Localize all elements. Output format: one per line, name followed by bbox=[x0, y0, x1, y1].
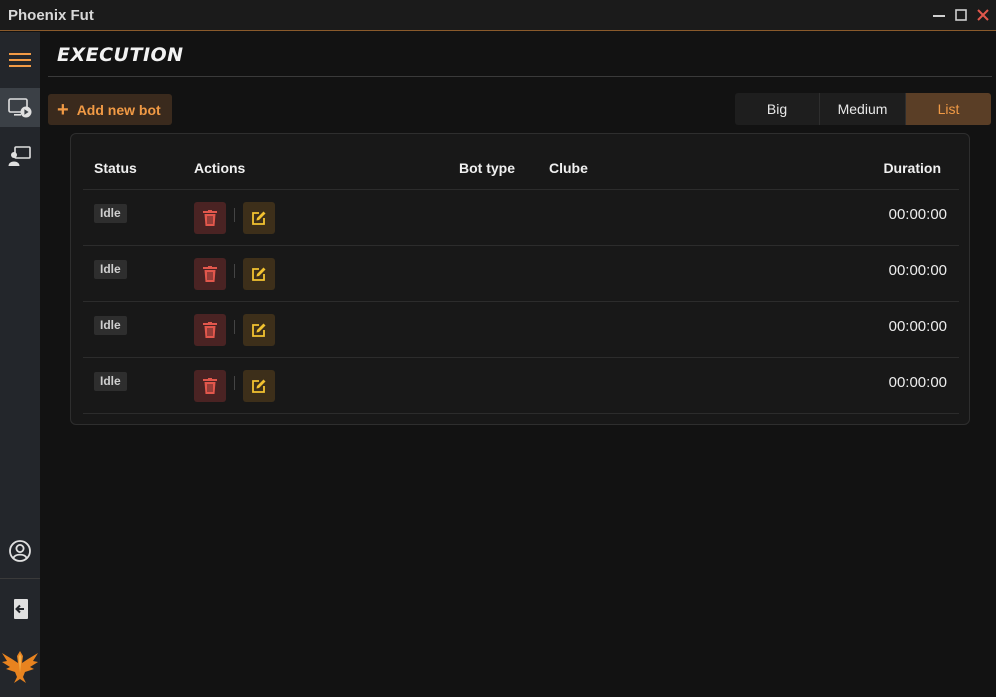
sidebar bbox=[0, 32, 40, 697]
status-badge: Idle bbox=[94, 204, 127, 223]
edit-icon bbox=[252, 211, 266, 225]
bots-table: Status Actions Bot type Clube Duration I… bbox=[70, 133, 970, 425]
app-title: Phoenix Fut bbox=[8, 7, 94, 24]
trash-icon bbox=[203, 378, 217, 394]
column-header-status: Status bbox=[94, 160, 137, 176]
phoenix-logo-icon bbox=[2, 651, 38, 683]
trash-icon bbox=[203, 210, 217, 226]
delete-bot-button[interactable] bbox=[194, 370, 226, 402]
duration-value: 00:00:00 bbox=[888, 262, 947, 279]
page-title: EXECUTION bbox=[57, 44, 184, 66]
delete-bot-button[interactable] bbox=[194, 202, 226, 234]
view-big-button[interactable]: Big bbox=[735, 93, 820, 125]
logout-icon bbox=[14, 599, 28, 619]
minimize-icon bbox=[933, 15, 945, 17]
column-header-actions: Actions bbox=[194, 160, 246, 176]
trash-icon bbox=[203, 266, 217, 282]
action-separator bbox=[234, 208, 235, 222]
table-row: Idle 00:00:00 bbox=[83, 358, 959, 414]
phoenix-logo bbox=[0, 641, 40, 687]
sidebar-item-accounts[interactable] bbox=[0, 140, 40, 172]
status-badge: Idle bbox=[94, 260, 127, 279]
add-new-bot-label: Add new bot bbox=[76, 101, 161, 118]
maximize-icon bbox=[955, 9, 967, 21]
edit-bot-button[interactable] bbox=[243, 370, 275, 402]
edit-icon bbox=[252, 267, 266, 281]
trash-icon bbox=[203, 322, 217, 338]
edit-bot-button[interactable] bbox=[243, 258, 275, 290]
monitor-play-icon bbox=[8, 97, 32, 117]
view-medium-button[interactable]: Medium bbox=[820, 93, 906, 125]
add-new-bot-button[interactable]: + Add new bot bbox=[48, 94, 172, 125]
close-icon bbox=[977, 9, 989, 21]
edit-icon bbox=[252, 323, 266, 337]
table-row: Idle 00:00:00 bbox=[83, 246, 959, 302]
view-mode-toggle: Big Medium List bbox=[735, 93, 991, 125]
edit-icon bbox=[252, 379, 266, 393]
column-header-bot-type: Bot type bbox=[459, 160, 515, 176]
duration-value: 00:00:00 bbox=[888, 374, 947, 391]
sidebar-menu-button[interactable] bbox=[0, 44, 40, 76]
view-list-button[interactable]: List bbox=[906, 93, 991, 125]
column-header-duration: Duration bbox=[883, 160, 941, 176]
action-separator bbox=[234, 264, 235, 278]
maximize-button[interactable] bbox=[952, 6, 970, 24]
delete-bot-button[interactable] bbox=[194, 314, 226, 346]
close-button[interactable] bbox=[974, 6, 992, 24]
sidebar-item-profile[interactable] bbox=[0, 534, 40, 568]
status-badge: Idle bbox=[94, 372, 127, 391]
table-row: Idle 00:00:00 bbox=[83, 190, 959, 246]
title-bar: Phoenix Fut bbox=[0, 0, 996, 31]
duration-value: 00:00:00 bbox=[888, 318, 947, 335]
sidebar-divider bbox=[0, 578, 40, 579]
row-divider bbox=[83, 413, 959, 414]
status-badge: Idle bbox=[94, 316, 127, 335]
edit-bot-button[interactable] bbox=[243, 314, 275, 346]
action-separator bbox=[234, 376, 235, 390]
sidebar-item-logout[interactable] bbox=[0, 592, 40, 626]
column-header-clube: Clube bbox=[549, 160, 588, 176]
minimize-button[interactable] bbox=[930, 6, 948, 24]
edit-bot-button[interactable] bbox=[243, 202, 275, 234]
plus-icon: + bbox=[57, 98, 69, 121]
user-circle-icon bbox=[9, 540, 31, 562]
table-row: Idle 00:00:00 bbox=[83, 302, 959, 358]
hamburger-menu-icon bbox=[9, 53, 31, 67]
title-divider bbox=[48, 76, 992, 77]
sidebar-item-execution[interactable] bbox=[0, 88, 40, 127]
delete-bot-button[interactable] bbox=[194, 258, 226, 290]
action-separator bbox=[234, 320, 235, 334]
duration-value: 00:00:00 bbox=[888, 206, 947, 223]
user-presentation-icon bbox=[8, 146, 31, 166]
